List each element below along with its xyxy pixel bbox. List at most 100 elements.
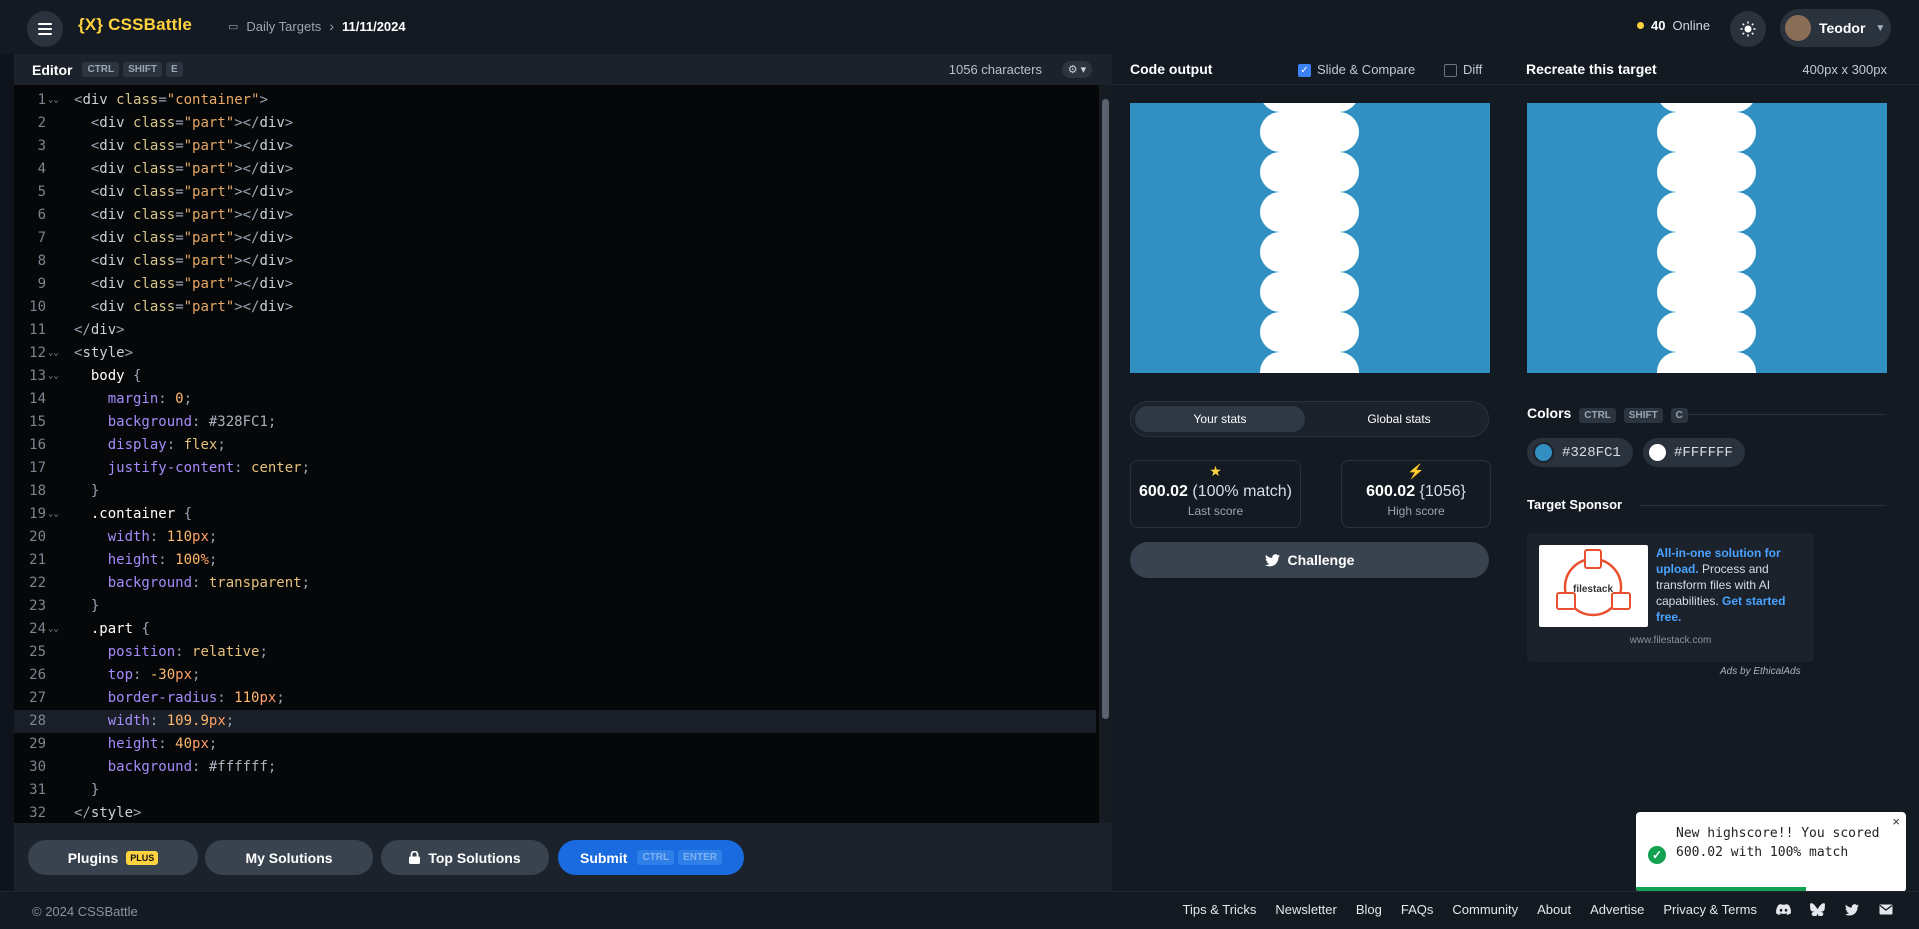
code-line[interactable]: 18 }	[14, 480, 1096, 503]
code-editor[interactable]: 1 ⌄⌄ <div class="container"> 2 <div class="…	[14, 85, 1112, 823]
code-output-preview[interactable]	[1130, 103, 1490, 373]
breadcrumb-date: 11/11/2024	[341, 18, 406, 34]
code-text: .container {	[90, 506, 193, 522]
last-score: 600.02	[1139, 483, 1188, 500]
menu-button[interactable]	[27, 11, 63, 47]
my-solutions-button[interactable]: My Solutions	[205, 840, 373, 875]
discord-icon[interactable]	[1776, 902, 1791, 917]
editor-title: Editor	[32, 61, 73, 78]
code-line[interactable]: 4 <div class="part"></div>	[14, 158, 1096, 181]
code-line[interactable]: 14 margin: 0;	[14, 388, 1096, 411]
footer-link-privacy[interactable]: Privacy & Terms	[1663, 902, 1757, 917]
code-line[interactable]: 8 <div class="part"></div>	[14, 250, 1096, 273]
tab-your-stats[interactable]: Your stats	[1135, 406, 1305, 432]
sponsor-ad[interactable]: filestack All-in-one solution for upload…	[1527, 533, 1814, 662]
code-line[interactable]: 6 <div class="part"></div>	[14, 204, 1096, 227]
code-line[interactable]: 27 border-radius: 110px;	[14, 687, 1096, 710]
lightning-icon: ⚡	[1407, 463, 1425, 479]
theme-toggle-button[interactable]	[1730, 11, 1766, 47]
code-line[interactable]: 3 <div class="part"></div>	[14, 135, 1096, 158]
code-line[interactable]: 19 ⌄⌄ .container {	[14, 503, 1096, 526]
ad-url[interactable]: www.filestack.com	[1527, 635, 1814, 646]
footer-link-about[interactable]: About	[1537, 902, 1571, 917]
code-line[interactable]: 17 justify-content: center;	[14, 457, 1096, 480]
code-line[interactable]: 10 <div class="part"></div>	[14, 296, 1096, 319]
code-line[interactable]: 32 </style>	[14, 802, 1096, 823]
footer-link-advertise[interactable]: Advertise	[1590, 902, 1644, 917]
cssbattle-logo[interactable]: {X} CSSBattle	[78, 15, 192, 35]
line-number: 26	[29, 667, 46, 683]
diff-toggle[interactable]: Diff	[1444, 62, 1482, 78]
code-line[interactable]: 23 }	[14, 595, 1096, 618]
high-score-chars: {1056}	[1419, 483, 1466, 500]
color-chip-white[interactable]: #FFFFFF	[1643, 438, 1745, 467]
code-line[interactable]: 13 ⌄⌄ body {	[14, 365, 1096, 388]
line-number: 14	[29, 391, 46, 407]
ads-by-label[interactable]: Ads by EthicalAds	[1720, 666, 1801, 677]
white-blob-shape	[1657, 352, 1756, 373]
twitter-icon[interactable]	[1844, 902, 1859, 917]
footer-link-newsletter[interactable]: Newsletter	[1275, 902, 1336, 917]
line-number: 32	[29, 805, 46, 821]
checkbox-checked-icon[interactable]: ✓	[1298, 64, 1311, 78]
code-line[interactable]: 16 display: flex;	[14, 434, 1096, 457]
bluesky-icon[interactable]	[1810, 902, 1825, 917]
code-line[interactable]: 28 width: 109.9px;	[14, 710, 1096, 733]
calendar-icon: ▭	[228, 20, 239, 33]
code-line[interactable]: 30 background: #ffffff;	[14, 756, 1096, 779]
output-title: Code output	[1130, 61, 1213, 77]
code-line[interactable]: 20 width: 110px;	[14, 526, 1096, 549]
code-line[interactable]: 21 height: 100%;	[14, 549, 1096, 572]
code-line[interactable]: 31 }	[14, 779, 1096, 802]
color-chip-blue[interactable]: #328FC1	[1527, 438, 1633, 467]
code-line[interactable]: 22 background: transparent;	[14, 572, 1096, 595]
close-icon[interactable]: ×	[1892, 814, 1900, 829]
code-line[interactable]: 24 ⌄⌄ .part {	[14, 618, 1096, 641]
footer-link-tips[interactable]: Tips & Tricks	[1183, 902, 1257, 917]
filestack-ad-image[interactable]: filestack	[1539, 545, 1648, 627]
code-line[interactable]: 25 position: relative;	[14, 641, 1096, 664]
code-line[interactable]: 15 background: #328FC1;	[14, 411, 1096, 434]
code-text: <div class="part"></div>	[90, 230, 294, 246]
code-line[interactable]: 29 height: 40px;	[14, 733, 1096, 756]
slide-compare-toggle[interactable]: ✓ Slide & Compare	[1298, 62, 1415, 78]
top-solutions-button[interactable]: Top Solutions	[381, 840, 549, 875]
checkbox-icon[interactable]	[1444, 64, 1457, 78]
fold-chevron-icon[interactable]: ⌄⌄	[48, 342, 59, 365]
submit-button[interactable]: Submit CTRL ENTER	[558, 840, 744, 875]
code-line[interactable]: 7 <div class="part"></div>	[14, 227, 1096, 250]
code-line[interactable]: 11 </div>	[14, 319, 1096, 342]
footer-link-community[interactable]: Community	[1452, 902, 1518, 917]
code-line[interactable]: 2 <div class="part"></div>	[14, 112, 1096, 135]
tab-global-stats[interactable]: Global stats	[1314, 406, 1484, 432]
breadcrumb-daily-targets[interactable]: Daily Targets	[246, 19, 321, 34]
scrollbar-thumb[interactable]	[1102, 99, 1109, 719]
user-menu-button[interactable]: Teodor ▼	[1780, 9, 1891, 47]
fold-chevron-icon[interactable]: ⌄⌄	[48, 503, 59, 526]
fold-chevron-icon[interactable]: ⌄⌄	[48, 89, 59, 112]
challenge-button[interactable]: Challenge	[1130, 542, 1489, 578]
last-score-value: 600.02 (100% match)	[1131, 483, 1300, 501]
footer-link-faqs[interactable]: FAQs	[1401, 902, 1434, 917]
target-image[interactable]	[1527, 103, 1887, 373]
ad-brand: filestack	[1573, 584, 1613, 595]
editor-settings-button[interactable]: ⚙ ▾	[1062, 61, 1092, 78]
white-blob-shape	[1657, 272, 1756, 312]
white-blob-shape	[1657, 192, 1756, 232]
editor-scrollbar[interactable]	[1099, 85, 1112, 823]
code-line[interactable]: 5 <div class="part"></div>	[14, 181, 1096, 204]
mail-icon[interactable]	[1878, 902, 1893, 917]
white-blob-shape	[1260, 192, 1359, 232]
code-line[interactable]: 9 <div class="part"></div>	[14, 273, 1096, 296]
fold-chevron-icon[interactable]: ⌄⌄	[48, 365, 59, 388]
code-line[interactable]: 1 ⌄⌄ <div class="container">	[14, 89, 1096, 112]
sun-icon	[1740, 21, 1756, 37]
code-line[interactable]: 12 ⌄⌄ <style>	[14, 342, 1096, 365]
code-line[interactable]: 26 top: -30px;	[14, 664, 1096, 687]
line-number: 3	[37, 138, 46, 154]
fold-chevron-icon[interactable]: ⌄⌄	[48, 618, 59, 641]
white-blob-shape	[1260, 232, 1359, 272]
ad-text: All-in-one solution for upload. Process …	[1656, 545, 1806, 625]
plugins-button[interactable]: Plugins PLUS	[28, 840, 198, 875]
footer-link-blog[interactable]: Blog	[1356, 902, 1382, 917]
